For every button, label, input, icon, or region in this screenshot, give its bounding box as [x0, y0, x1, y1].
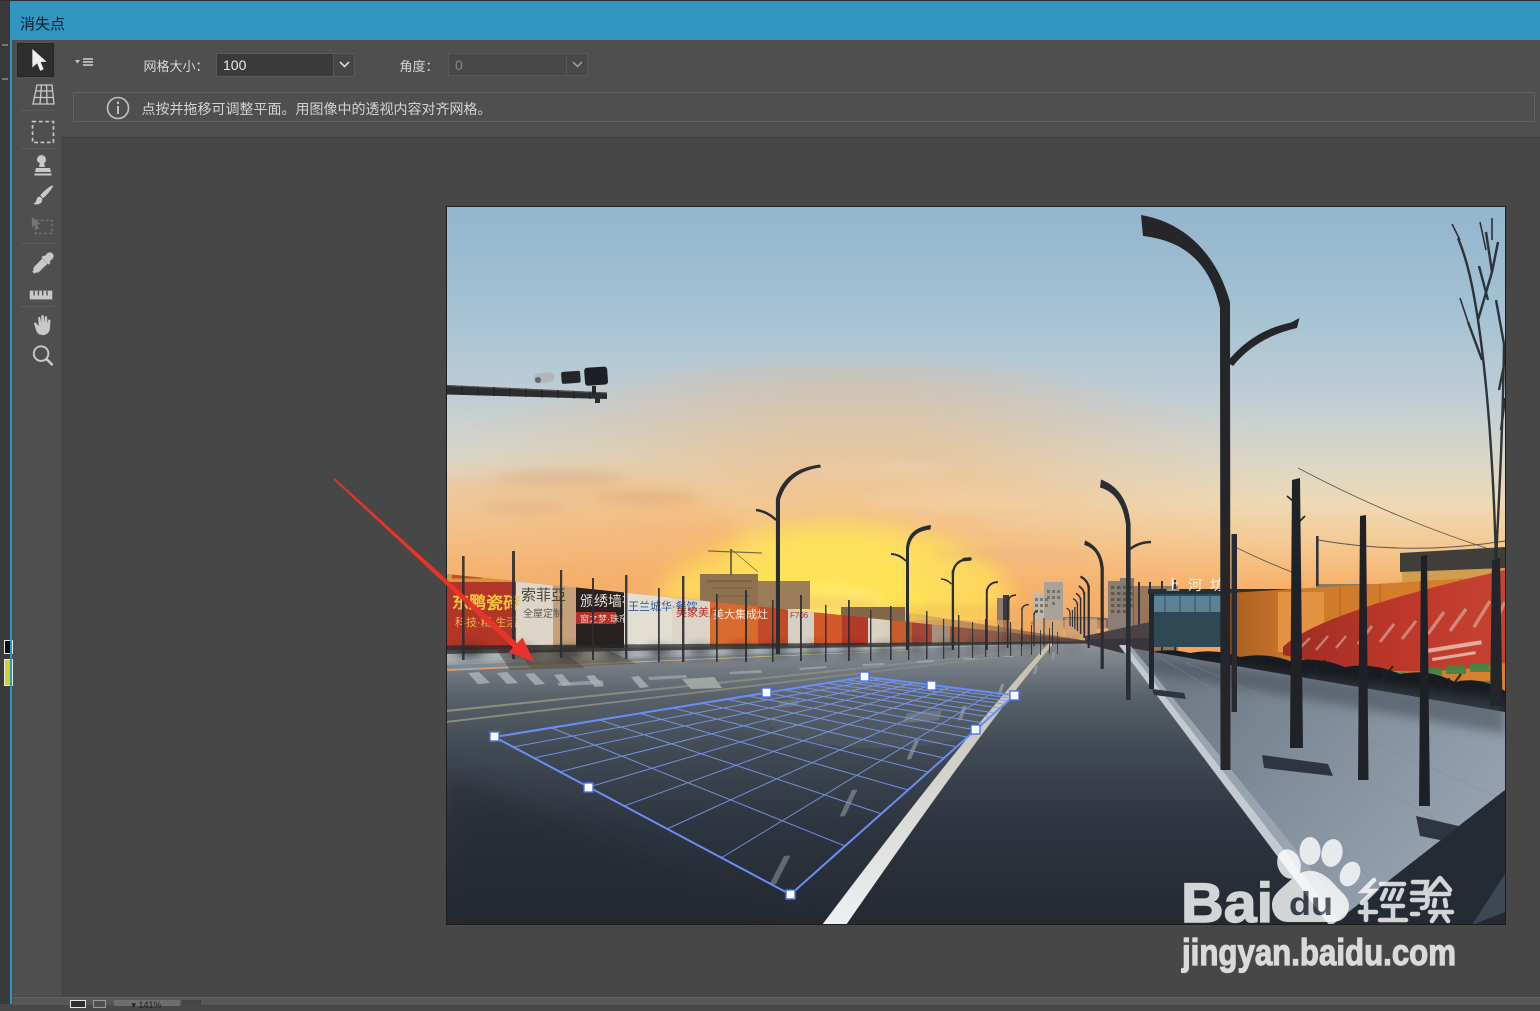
svg-text:F706: F706	[790, 611, 809, 620]
svg-text:du: du	[1289, 885, 1333, 922]
svg-text:Bai: Bai	[1181, 871, 1273, 934]
svg-text:美大集成灶: 美大集成灶	[713, 607, 768, 621]
svg-text:jingyan.baidu.com: jingyan.baidu.com	[1181, 932, 1456, 973]
svg-text:窗之梦·珠帘: 窗之梦·珠帘	[580, 613, 628, 624]
